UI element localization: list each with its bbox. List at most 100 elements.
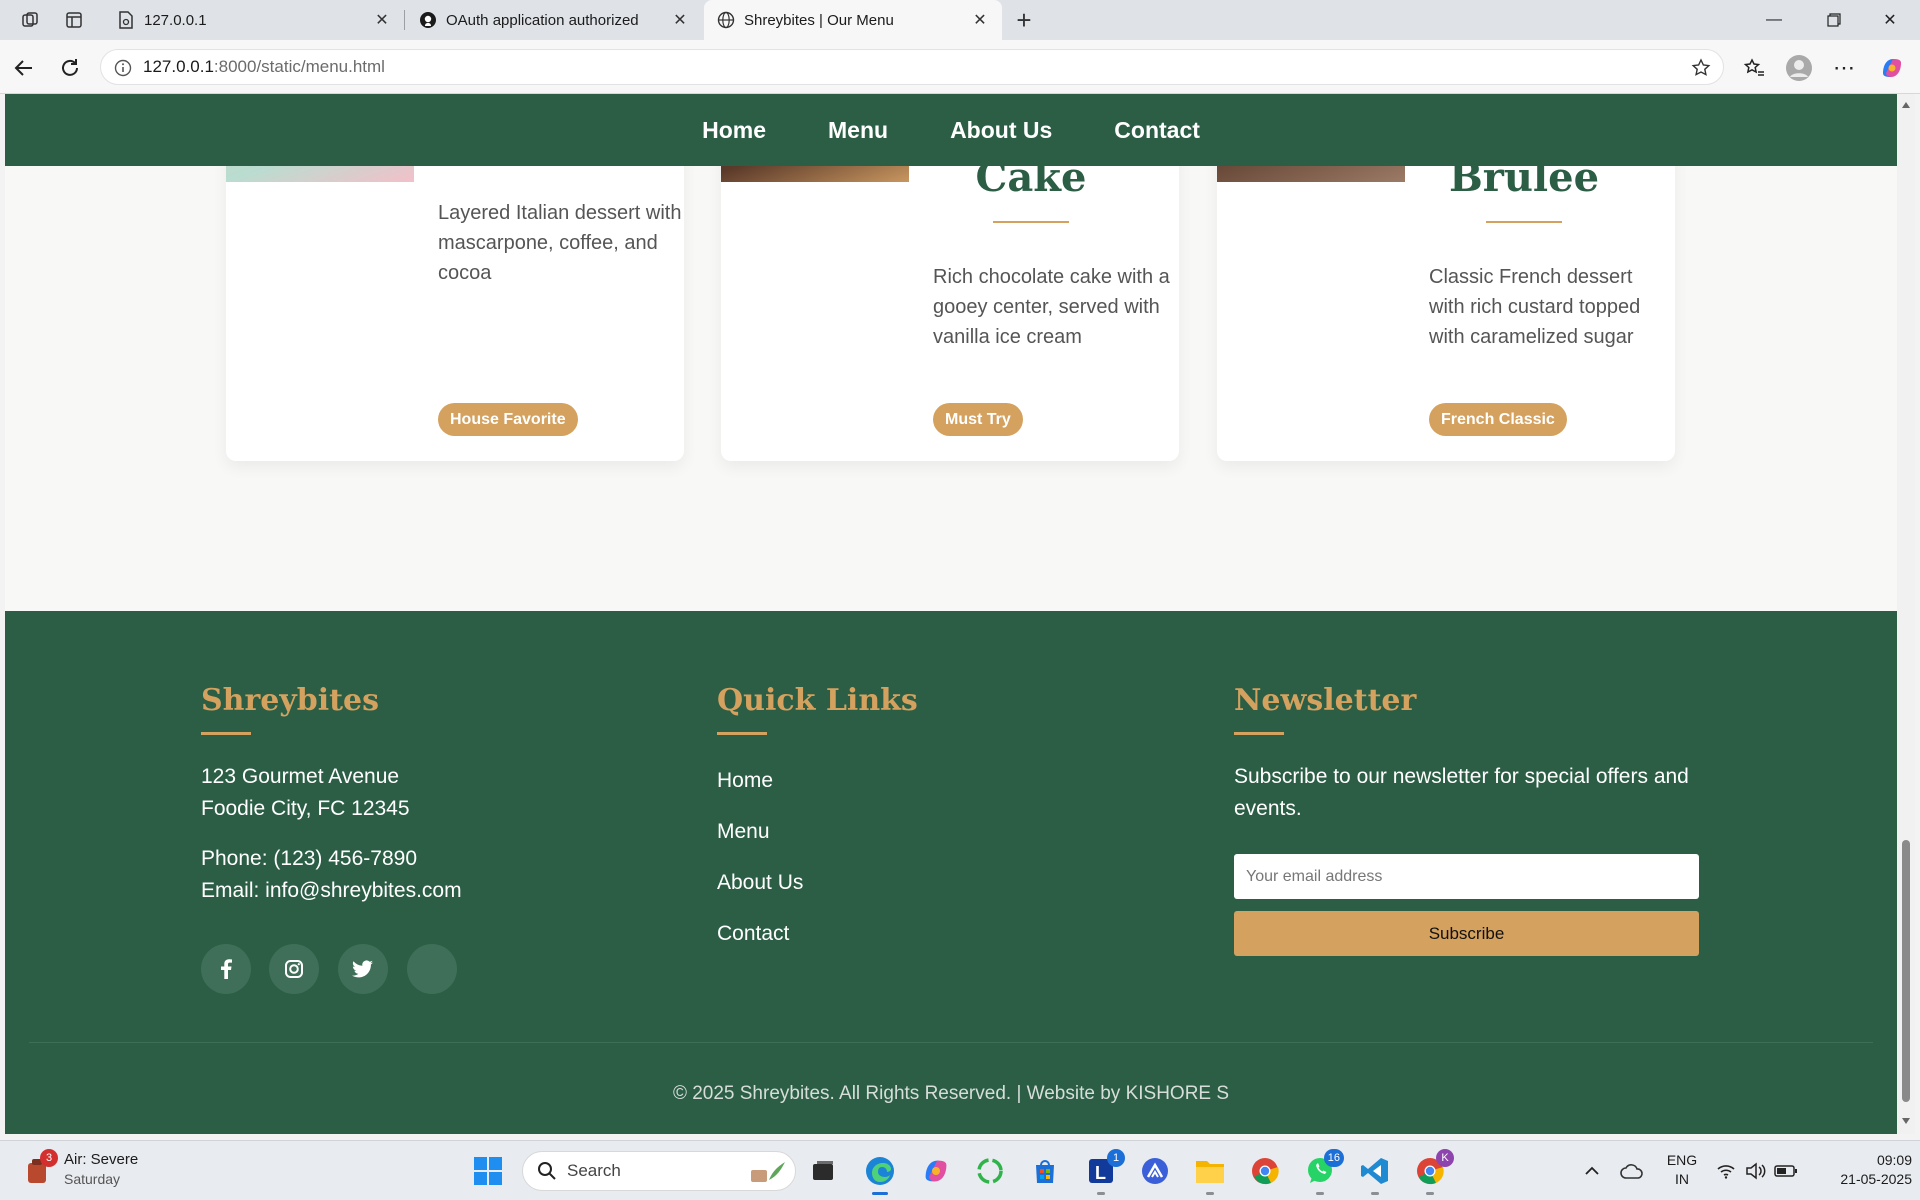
restore-icon[interactable] — [1806, 0, 1862, 40]
footer-link-menu[interactable]: Menu — [717, 820, 770, 844]
favorite-star-icon[interactable] — [1689, 56, 1713, 80]
facebook-icon[interactable] — [201, 944, 251, 994]
search-icon — [537, 1161, 557, 1186]
footer-link-home[interactable]: Home — [717, 769, 773, 793]
newsletter-heading: Newsletter — [1234, 683, 1417, 718]
chrome-icon[interactable] — [1247, 1153, 1283, 1189]
vertical-tabs-icon[interactable] — [60, 6, 88, 34]
copilot-icon[interactable] — [1876, 52, 1908, 84]
page-scrollbar[interactable] — [1897, 94, 1915, 1134]
instagram-icon[interactable] — [269, 944, 319, 994]
footer-brand-heading: Shreybites — [201, 683, 380, 718]
start-windows-icon[interactable] — [470, 1153, 506, 1189]
running-indicator — [1371, 1192, 1379, 1195]
phone-text: Phone: (123) 456-7890 — [201, 847, 417, 870]
nav-link-contact[interactable]: Contact — [1114, 117, 1200, 144]
vscode-icon[interactable] — [1357, 1153, 1393, 1195]
twitter-icon[interactable] — [338, 944, 388, 994]
title-underline — [993, 221, 1069, 223]
minimize-icon[interactable]: — — [1746, 0, 1802, 40]
browser-toolbar: 127.0.0.1:8000/static/menu.html ⋯ — [0, 40, 1920, 94]
task-view-icon[interactable] — [805, 1153, 841, 1189]
whatsapp-icon[interactable]: 16 — [1302, 1149, 1344, 1195]
footer-brand-column: Shreybites 123 Gourmet Avenue Foodie Cit… — [201, 683, 462, 907]
weather-title: Air: Severe — [64, 1151, 139, 1168]
close-icon[interactable]: ✕ — [668, 8, 692, 32]
heading-underline — [717, 732, 767, 735]
card-badge: French Classic — [1429, 403, 1567, 436]
workspaces-icon[interactable] — [16, 6, 44, 34]
browser-tab-bar: 127.0.0.1 ✕ OAuth application authorized… — [0, 0, 1920, 40]
tab-title: OAuth application authorized — [446, 11, 639, 29]
onedrive-cloud-icon[interactable] — [1614, 1153, 1650, 1189]
profile-avatar-icon[interactable] — [1783, 52, 1815, 84]
reload-icon[interactable] — [54, 52, 86, 84]
close-window-icon[interactable]: ✕ — [1862, 0, 1918, 40]
card-badge: House Favorite — [438, 403, 578, 436]
url-path: :8000/static/menu.html — [213, 57, 385, 76]
scroll-up-icon[interactable] — [1901, 100, 1911, 110]
tab-menu-page[interactable]: Shreybites | Our Menu ✕ — [704, 0, 1002, 40]
whatsapp-badge: 16 — [1323, 1149, 1344, 1167]
scrollbar-thumb[interactable] — [1902, 840, 1910, 1102]
heading-underline — [201, 732, 251, 735]
title-underline — [1486, 221, 1562, 223]
footer-link-contact[interactable]: Contact — [717, 922, 789, 946]
scroll-down-icon[interactable] — [1901, 1116, 1911, 1126]
card-description: Layered Italian dessert with mascarpone,… — [438, 202, 682, 284]
running-indicator — [1097, 1192, 1105, 1195]
weather-widget[interactable]: 3 Air: Severe Saturday — [24, 1149, 154, 1193]
address-bar[interactable]: 127.0.0.1:8000/static/menu.html — [100, 49, 1724, 85]
tab-oauth[interactable]: OAuth application authorized ✕ — [406, 0, 702, 40]
site-navbar: Home Menu About Us Contact — [5, 94, 1897, 166]
heading-underline — [1234, 732, 1284, 735]
taskbar-search[interactable]: Search — [522, 1151, 796, 1191]
close-icon[interactable]: ✕ — [370, 8, 394, 32]
address-line-2: Foodie City, FC 12345 — [201, 797, 410, 820]
outlook-badge: 1 — [1107, 1149, 1125, 1167]
address-line-1: 123 Gourmet Avenue — [201, 765, 400, 788]
triangle-app-icon[interactable] — [1137, 1153, 1173, 1189]
favorites-icon[interactable] — [1738, 52, 1770, 84]
card-badge: Must Try — [933, 403, 1023, 436]
tab-separator — [404, 10, 405, 30]
weather-badge: 3 — [40, 1149, 58, 1167]
svg-text:L: L — [1095, 1163, 1106, 1183]
copilot-app-icon[interactable] — [918, 1153, 954, 1189]
site-info-icon[interactable] — [113, 58, 133, 78]
page-viewport: Home Menu About Us Contact Layered Itali… — [5, 94, 1897, 1134]
footer-link-about[interactable]: About Us — [717, 871, 803, 895]
file-explorer-icon[interactable] — [1192, 1153, 1228, 1195]
subscribe-button[interactable]: Subscribe — [1234, 911, 1699, 956]
github-icon — [418, 10, 438, 30]
new-tab-icon[interactable]: + — [1010, 5, 1038, 35]
battery-icon[interactable] — [1768, 1153, 1804, 1189]
back-icon[interactable] — [8, 52, 40, 84]
sync-app-icon[interactable] — [972, 1153, 1008, 1189]
chrome-profile-icon[interactable]: K — [1412, 1149, 1454, 1195]
nav-link-menu[interactable]: Menu — [828, 117, 888, 144]
running-indicator — [1316, 1192, 1324, 1195]
blank-social-icon[interactable] — [407, 944, 457, 994]
outlook-icon[interactable]: L 1 — [1083, 1149, 1125, 1195]
microsoft-store-icon[interactable] — [1027, 1153, 1063, 1189]
running-indicator — [1426, 1192, 1434, 1195]
newsletter-text: Subscribe to our newsletter for special … — [1234, 765, 1689, 820]
edge-browser-icon[interactable] — [862, 1153, 898, 1195]
clock-time: 09:09 — [1876, 1152, 1912, 1168]
newsletter-email-input[interactable] — [1234, 854, 1699, 899]
tab-title: 127.0.0.1 — [144, 11, 207, 29]
search-highlight-icon — [747, 1158, 787, 1184]
footer-newsletter-column: Newsletter Subscribe to our newsletter f… — [1234, 683, 1714, 825]
windows-taskbar: 3 Air: Severe Saturday Search L 1 16 K E… — [0, 1140, 1920, 1200]
clock-date: 21-05-2025 — [1840, 1171, 1912, 1187]
show-hidden-icons-chevron-icon[interactable] — [1574, 1153, 1610, 1189]
tab-localhost[interactable]: 127.0.0.1 ✕ — [104, 0, 404, 40]
clock[interactable]: 09:09 21-05-2025 — [1808, 1151, 1912, 1191]
card-description: Rich chocolate cake with a gooey center,… — [933, 266, 1170, 348]
close-icon[interactable]: ✕ — [968, 8, 992, 32]
nav-link-home[interactable]: Home — [702, 117, 766, 144]
nav-link-about[interactable]: About Us — [950, 117, 1052, 144]
language-indicator[interactable]: ENG IN — [1660, 1151, 1704, 1191]
more-options-icon[interactable]: ⋯ — [1828, 52, 1860, 84]
